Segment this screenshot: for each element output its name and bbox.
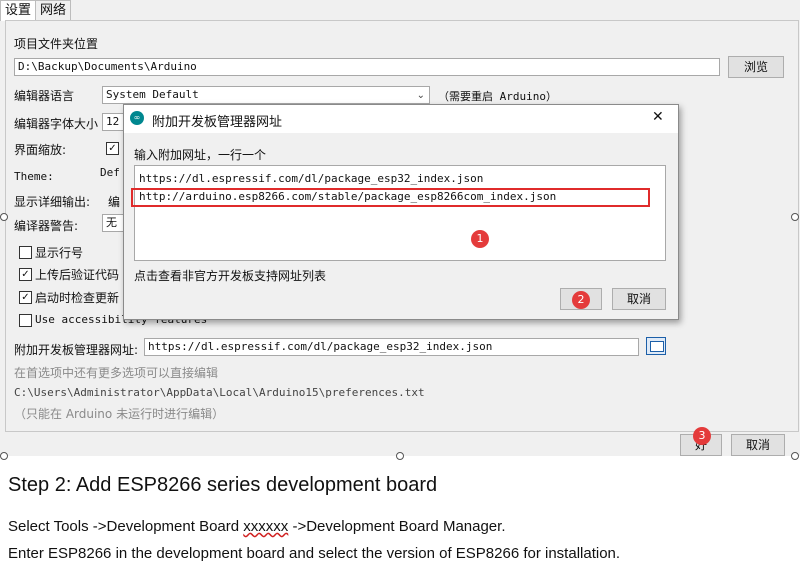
url-line: https://dl.espressif.com/dl/package_esp3…: [139, 172, 484, 185]
check-updates-label: 启动时检查更新: [35, 291, 120, 305]
sketchbook-label: 项目文件夹位置: [14, 37, 99, 51]
window-icon[interactable]: [646, 337, 666, 355]
highlight-box: [131, 188, 650, 207]
language-note: （需要重启 Arduino）: [438, 90, 557, 103]
arduino-logo-icon: ∞: [130, 111, 144, 125]
marker-2: 2: [572, 291, 590, 309]
board-urls-label: 附加开发板管理器网址:: [14, 343, 139, 357]
step-title: Step 2: Add ESP8266 series development b…: [8, 474, 438, 496]
dialog-title-bar: ∞ 附加开发板管理器网址 ✕: [124, 105, 678, 133]
urls-textarea[interactable]: https://dl.espressif.com/dl/package_esp3…: [134, 165, 666, 261]
dialog-prompt: 输入附加网址，一行一个: [134, 148, 267, 162]
board-urls-dialog: ∞ 附加开发板管理器网址 ✕ 输入附加网址，一行一个 https://dl.es…: [123, 104, 679, 320]
language-label: 编辑器语言: [14, 89, 75, 103]
preferences-window: 设置 网络 项目文件夹位置 D:\Backup\Documents\Arduin…: [0, 0, 800, 460]
tab-settings[interactable]: 设置: [0, 0, 37, 21]
theme-select[interactable]: Def: [100, 166, 120, 179]
close-icon[interactable]: ✕: [652, 109, 664, 125]
instruction-text: Select Tools ->Development Board: [8, 518, 244, 535]
marker-3: 3: [693, 427, 711, 445]
resize-handle: [791, 213, 799, 221]
instruction-text: ->Development Board Manager.: [288, 518, 506, 535]
resize-handle: [396, 452, 404, 460]
cancel-button[interactable]: 取消: [731, 434, 785, 456]
marker-1: 1: [471, 230, 489, 248]
warnings-label: 编译器警告:: [14, 219, 79, 233]
resize-handle: [0, 213, 8, 221]
theme-label: Theme:: [14, 170, 54, 183]
font-size-field[interactable]: 12: [102, 113, 124, 131]
verbose-label: 显示详细输出:: [14, 195, 91, 209]
warnings-select[interactable]: 无: [102, 214, 124, 232]
tab-network[interactable]: 网络: [35, 0, 72, 21]
step-instruction-2: Enter ESP8266 in the development board a…: [8, 545, 621, 562]
line-numbers-label: 显示行号: [35, 246, 84, 260]
step-instruction-1: Select Tools ->Development Board xxxxxx …: [8, 518, 506, 535]
scale-auto-checkbox[interactable]: ✓: [106, 142, 119, 155]
language-value: System Default: [106, 88, 199, 101]
check-updates-checkbox[interactable]: ✓: [19, 291, 32, 304]
prefs-file-path: C:\Users\Administrator\AppData\Local\Ard…: [14, 386, 425, 399]
unofficial-boards-link[interactable]: 点击查看非官方开发板支持网址列表: [134, 267, 326, 284]
check-icon: ✓: [108, 143, 117, 154]
verbose-compile-checkbox[interactable]: 编: [108, 193, 120, 210]
check-icon: ✓: [21, 292, 30, 303]
dialog-title: 附加开发板管理器网址: [152, 115, 283, 130]
browse-button[interactable]: 浏览: [728, 56, 784, 78]
language-select[interactable]: System Default ⌄: [102, 86, 430, 104]
sketchbook-path-field[interactable]: D:\Backup\Documents\Arduino: [14, 58, 720, 76]
edit-note: （只能在 Arduino 未运行时进行编辑）: [14, 407, 225, 421]
font-size-label: 编辑器字体大小: [14, 117, 99, 131]
verify-upload-checkbox[interactable]: ✓: [19, 268, 32, 281]
verify-upload-label: 上传后验证代码: [35, 268, 120, 282]
tab-bar: 设置 网络: [0, 0, 72, 21]
instruction-placeholder: xxxxxx: [243, 518, 289, 535]
more-prefs-note: 在首选项中还有更多选项可以直接编辑: [14, 366, 219, 380]
dialog-cancel-button[interactable]: 取消: [612, 288, 666, 310]
resize-handle: [791, 452, 799, 460]
scale-label: 界面缩放:: [14, 143, 67, 157]
chevron-down-icon: ⌄: [416, 90, 425, 101]
accessibility-checkbox[interactable]: [19, 314, 32, 327]
line-numbers-checkbox[interactable]: [19, 246, 32, 259]
resize-handle: [0, 452, 8, 460]
board-urls-field[interactable]: https://dl.espressif.com/dl/package_esp3…: [144, 338, 639, 356]
check-icon: ✓: [21, 269, 30, 280]
